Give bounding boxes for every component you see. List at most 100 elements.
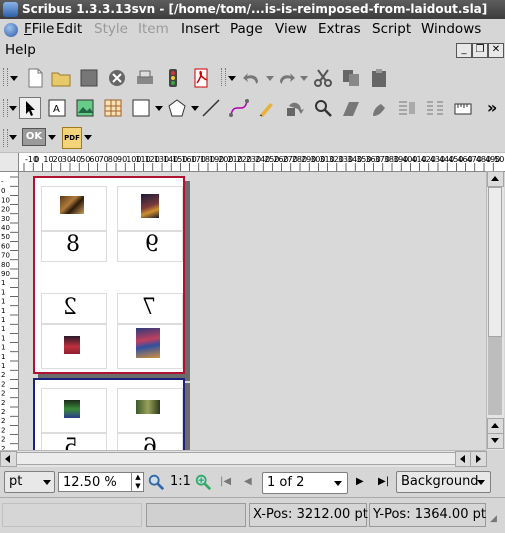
vertical-scrollbar[interactable] [486, 171, 504, 450]
page-image-thumbnail[interactable] [60, 196, 84, 214]
unlink-text-frames-icon[interactable] [425, 98, 445, 118]
close-button[interactable]: ✕ [488, 43, 504, 58]
layer-value: Background [401, 474, 479, 489]
menu-file[interactable]: FFile [24, 19, 54, 39]
zoom-step-down-icon[interactable]: ▼ [131, 482, 144, 491]
zoom-icon[interactable] [313, 98, 333, 118]
page-1[interactable]: 8 9 2 7 [33, 176, 185, 374]
close-document-icon[interactable] [107, 68, 127, 88]
zoom-out-icon[interactable] [147, 473, 165, 491]
scribus-app-icon[interactable] [3, 2, 18, 17]
image-frame-icon[interactable] [75, 98, 95, 118]
chevron-down-icon[interactable] [10, 76, 18, 81]
restore-button[interactable]: ❐ [472, 43, 488, 58]
chevron-down-icon[interactable] [191, 106, 199, 111]
pdf-annotation-icon[interactable]: PDF [62, 127, 82, 149]
link-text-frames-icon[interactable] [397, 98, 417, 118]
menu-view[interactable]: View [275, 19, 307, 39]
shape-icon[interactable] [131, 98, 151, 118]
toolbar-grip[interactable] [3, 129, 8, 147]
unit-select[interactable]: pt [4, 471, 55, 493]
page-image-thumbnail[interactable] [64, 400, 80, 418]
scroll-up-button[interactable] [487, 171, 504, 187]
redo-icon[interactable] [277, 68, 297, 88]
ruler-origin[interactable] [0, 153, 19, 172]
save-icon[interactable] [79, 68, 99, 88]
print-icon[interactable] [135, 68, 155, 88]
page-image-thumbnail[interactable] [136, 328, 160, 358]
chevron-down-icon[interactable] [9, 135, 17, 140]
menu-style[interactable]: Style [94, 19, 128, 39]
measurements-icon[interactable] [453, 98, 473, 118]
scroll-down-button[interactable] [487, 433, 504, 449]
page-image-thumbnail[interactable] [141, 194, 159, 218]
scroll-left-button[interactable] [0, 451, 17, 467]
chevron-down-icon[interactable] [48, 135, 56, 140]
ruler-tick-label: 2 [1, 390, 5, 398]
select-item-icon[interactable] [19, 97, 41, 119]
layer-select[interactable]: Background [396, 471, 491, 493]
menu-insert[interactable]: Insert [181, 19, 220, 39]
pdf-push-button-icon[interactable]: OK [22, 128, 46, 146]
scroll-thumb[interactable] [488, 187, 502, 337]
document-menu-icon[interactable] [4, 23, 18, 37]
zoom-step-up-icon[interactable]: ▲ [131, 473, 144, 482]
menu-script[interactable]: Script [372, 19, 411, 39]
menu-page[interactable]: Page [230, 19, 263, 39]
open-folder-icon[interactable] [51, 68, 71, 88]
chevron-down-icon[interactable] [9, 106, 17, 111]
edit-text-icon[interactable] [369, 98, 389, 118]
chevron-down-icon[interactable] [266, 76, 274, 81]
next-page-icon[interactable]: ▶ [356, 476, 364, 487]
menu-windows[interactable]: Windows [421, 19, 481, 39]
scroll-up-button[interactable] [487, 418, 504, 434]
chevron-down-icon[interactable] [300, 76, 308, 81]
page-image-thumbnail[interactable] [136, 400, 160, 414]
table-icon[interactable] [103, 98, 123, 118]
scroll-thumb[interactable] [16, 452, 456, 465]
horizontal-ruler[interactable]: -10 0 10 20 30 40 50 60 70 80 90 100 110 120 130 140 150… [0, 153, 505, 172]
page-image-thumbnail[interactable] [64, 336, 80, 354]
page-2[interactable]: 5 6 [33, 378, 185, 450]
chevron-down-icon[interactable] [84, 135, 92, 140]
zoom-1-to-1-button[interactable]: 1:1 [170, 474, 191, 489]
scroll-right-button[interactable] [470, 451, 487, 467]
horizontal-scrollbar[interactable] [0, 450, 487, 467]
undo-icon[interactable] [241, 68, 261, 88]
document-canvas[interactable]: 8 9 2 7 5 6 [19, 172, 486, 450]
zoom-input[interactable]: 12.50 % ▲ ▼ [58, 472, 144, 492]
menu-extras[interactable]: Extras [318, 19, 361, 39]
vertical-ruler[interactable]: -0 10 20 30 40 50 60 70 80 90 1 1 1 1 1 1 1 1 1 1 2 2 2 2 2 2 2 2 2 [0, 171, 19, 450]
scroll-track[interactable] [488, 337, 502, 415]
edit-contents-icon[interactable] [341, 98, 361, 118]
ruler-tick-label: 30 [1, 215, 10, 223]
first-page-icon[interactable]: |◀ [220, 476, 231, 487]
toolbar-grip[interactable] [3, 68, 8, 86]
text-frame-icon[interactable]: A [47, 98, 67, 118]
cut-icon[interactable] [313, 68, 333, 88]
copy-icon[interactable] [341, 68, 361, 88]
menu-help[interactable]: Help [5, 40, 36, 60]
page-select[interactable]: 1 of 2 [262, 472, 348, 494]
chevron-down-icon[interactable] [155, 106, 163, 111]
chevron-down-icon[interactable] [228, 76, 236, 81]
bezier-curve-icon[interactable] [229, 98, 249, 118]
export-pdf-icon[interactable] [191, 68, 211, 88]
previous-page-icon[interactable]: ◀ [244, 476, 252, 487]
resize-grip-icon[interactable]: ◢ [490, 514, 502, 526]
line-icon[interactable] [201, 98, 221, 118]
toolbar-grip[interactable] [221, 68, 226, 86]
menu-item[interactable]: Item [138, 19, 169, 39]
zoom-in-icon[interactable] [194, 473, 212, 491]
menu-edit[interactable]: Edit [56, 19, 82, 39]
new-document-icon[interactable] [25, 68, 45, 88]
preflight-verifier-icon[interactable] [163, 68, 183, 88]
toolbar-grip[interactable] [3, 99, 8, 117]
polygon-icon[interactable] [167, 98, 187, 118]
last-page-icon[interactable]: ▶| [378, 476, 389, 487]
paste-icon[interactable] [369, 68, 389, 88]
rotate-item-icon[interactable] [285, 98, 305, 118]
freehand-line-icon[interactable] [257, 98, 277, 118]
toolbar-overflow-icon[interactable]: » [487, 98, 497, 117]
minimize-button[interactable]: _ [456, 43, 472, 58]
